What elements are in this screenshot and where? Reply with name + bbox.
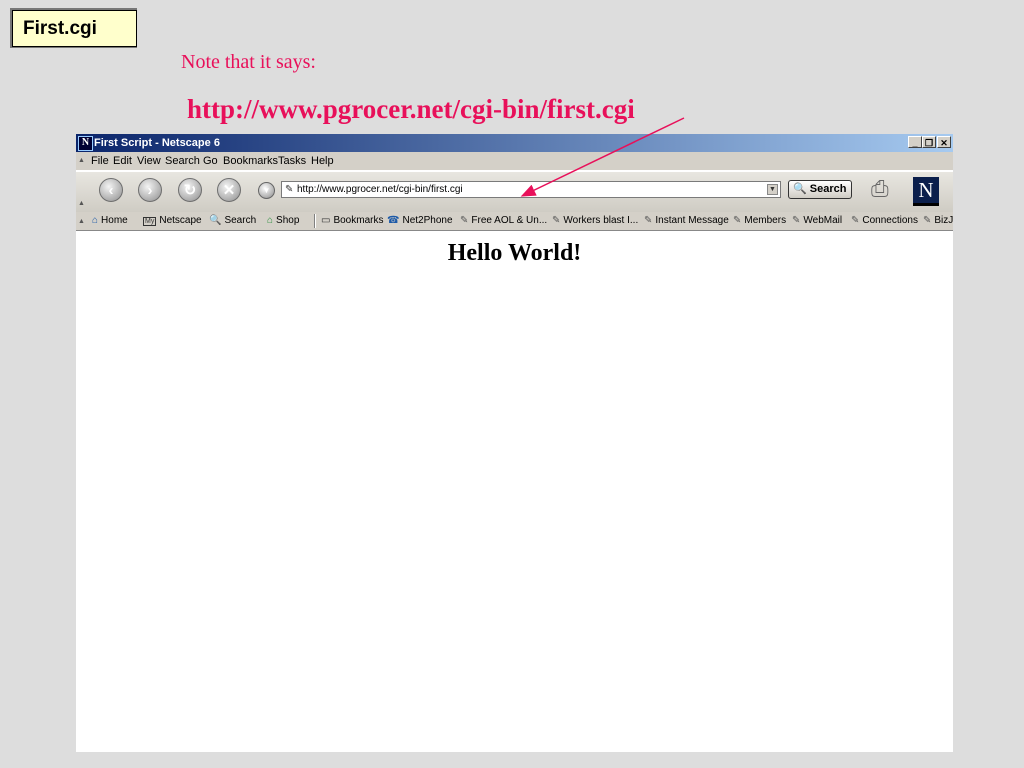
browser-window: N First Script - Netscape 6 _ ❐ ✕ ▲ File…: [76, 134, 953, 752]
slide-title: First.cgi: [12, 10, 137, 47]
phone-icon: ☎: [387, 215, 400, 226]
bookmark-instant-message[interactable]: ✎ Instant Message: [644, 214, 729, 228]
menubar-grip-icon[interactable]: ▲: [78, 157, 85, 164]
stop-icon[interactable]: ✕: [217, 178, 241, 202]
bookmark-shop[interactable]: ⌂ Shop: [267, 214, 299, 228]
menubar: ▲ File Edit View Search Go Bookmarks Tas…: [76, 152, 953, 170]
minimize-icon[interactable]: _: [908, 136, 922, 148]
personal-toolbar-grip-icon[interactable]: ▲: [78, 218, 85, 225]
search-button-label: Search: [809, 183, 847, 195]
home-icon: ⌂: [92, 215, 99, 226]
menu-help[interactable]: Help: [311, 155, 334, 167]
page-heading: Hello World!: [447, 240, 582, 266]
menu-bookmarks[interactable]: Bookmarks: [223, 155, 278, 167]
bookmark-icon: ✎: [460, 215, 469, 226]
restore-icon[interactable]: ❐: [922, 136, 936, 148]
bookmark-icon: ✎: [644, 215, 653, 226]
folder-icon: ▭: [321, 215, 331, 226]
navigation-toolbar: ▲ ‹ › ↻ ✕ ▼ ✎ http://www.pgrocer.net/cgi…: [76, 171, 953, 212]
bookmark-search[interactable]: 🔍 Search: [209, 214, 256, 228]
bookmark-net2phone[interactable]: ☎ Net2Phone: [387, 214, 453, 228]
url-input[interactable]: ✎ http://www.pgrocer.net/cgi-bin/first.c…: [281, 181, 781, 198]
back-icon[interactable]: ‹: [99, 178, 123, 202]
search-icon: 🔍: [209, 215, 222, 226]
window-title: First Script - Netscape 6: [94, 137, 220, 149]
bookmark-free-aol[interactable]: ✎ Free AOL & Un...: [460, 214, 547, 228]
personal-toolbar: ▲ ⌂ Home My Netscape 🔍 Search ⌂ Shop ▭ Bookma…: [76, 212, 953, 231]
shop-icon: ⌂: [267, 215, 274, 226]
menu-tasks[interactable]: Tasks: [278, 155, 306, 167]
print-icon[interactable]: ⎙: [871, 176, 889, 202]
bookmarks-folder[interactable]: ▭ Bookmarks: [321, 214, 383, 228]
bookmark-workers-blast[interactable]: ✎ Workers blast I...: [552, 214, 638, 228]
bookmark-webmail[interactable]: ✎ WebMail: [792, 214, 842, 228]
bookmark-icon: ✎: [552, 215, 561, 226]
page-content: Hello World!: [76, 231, 953, 752]
netscape-logo-icon[interactable]: N: [913, 177, 939, 206]
url-callout: http://www.pgrocer.net/cgi-bin/first.cgi: [187, 94, 635, 124]
bookmark-home[interactable]: ⌂ Home: [92, 214, 128, 228]
close-icon[interactable]: ✕: [937, 136, 951, 148]
url-value: http://www.pgrocer.net/cgi-bin/first.cgi: [297, 184, 463, 195]
search-button[interactable]: 🔍 Search: [788, 180, 852, 199]
bookmark-bizj[interactable]: ✎ BizJ: [923, 214, 953, 228]
my-netscape-icon: My: [143, 217, 157, 226]
bookmark-members[interactable]: ✎ Members: [733, 214, 786, 228]
forward-icon[interactable]: ›: [138, 178, 162, 202]
magnifier-icon: 🔍: [793, 183, 807, 195]
menu-file[interactable]: File: [91, 155, 109, 167]
menu-go[interactable]: Go: [203, 155, 218, 167]
netscape-app-icon: N: [78, 136, 93, 151]
bookmark-connections[interactable]: ✎ Connections: [851, 214, 918, 228]
menu-edit[interactable]: Edit: [113, 155, 132, 167]
bookmark-icon: ✎: [851, 215, 860, 226]
bookmark-icon: ✎: [792, 215, 801, 226]
navbar-grip-icon[interactable]: ▲: [78, 200, 85, 207]
bookmark-my-netscape[interactable]: My Netscape: [143, 214, 202, 229]
note-text: Note that it says:: [181, 51, 316, 73]
toolbar-separator: [314, 214, 316, 228]
address-dropdown-icon[interactable]: ▼: [258, 182, 275, 199]
menu-view[interactable]: View: [137, 155, 161, 167]
slide-title-shadow: First.cgi: [10, 8, 137, 48]
window-titlebar: N First Script - Netscape 6 _ ❐ ✕: [76, 134, 953, 152]
url-history-dropdown-icon[interactable]: ▼: [767, 184, 778, 195]
menu-search[interactable]: Search: [165, 155, 200, 167]
bookmark-icon: ✎: [733, 215, 742, 226]
page-proxy-icon[interactable]: ✎: [285, 182, 293, 197]
bookmark-icon: ✎: [923, 215, 932, 226]
reload-icon[interactable]: ↻: [178, 178, 202, 202]
